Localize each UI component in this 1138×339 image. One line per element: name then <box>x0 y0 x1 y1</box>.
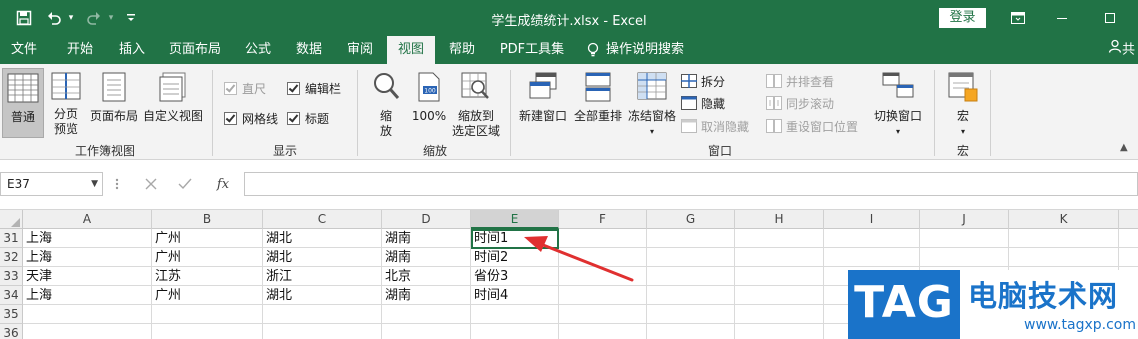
watermark-url: www.tagxp.com <box>1024 317 1136 333</box>
watermark-tag-logo: TAG <box>848 270 960 339</box>
watermark: TAG 电脑技术网 www.tagxp.com <box>848 270 1138 339</box>
watermark-site-name: 电脑技术网 <box>968 279 1119 313</box>
